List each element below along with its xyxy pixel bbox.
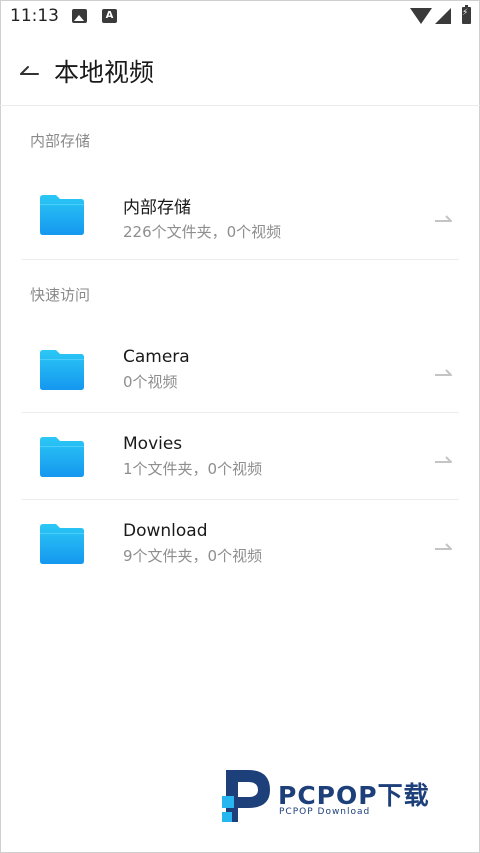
row-title: Download bbox=[123, 521, 208, 541]
share-arrow-icon[interactable] bbox=[434, 367, 452, 379]
folder-row-movies[interactable]: Movies 1个文件夹，0个视频 bbox=[22, 413, 459, 500]
share-arrow-icon[interactable] bbox=[434, 541, 452, 553]
row-title: 内部存储 bbox=[123, 198, 191, 218]
folder-icon bbox=[40, 195, 84, 235]
section-label-internal: 内部存储 bbox=[30, 132, 91, 150]
row-title: Movies bbox=[123, 434, 183, 454]
folder-row-download[interactable]: Download 9个文件夹，0个视频 bbox=[22, 500, 459, 587]
row-subtitle: 9个文件夹，0个视频 bbox=[123, 547, 263, 565]
row-title: Camera bbox=[123, 347, 190, 367]
a-icon: A bbox=[102, 9, 117, 23]
folder-row-camera[interactable]: Camera 0个视频 bbox=[22, 326, 459, 413]
watermark-sub: PCPOP Download bbox=[279, 807, 371, 817]
app-header: 本地视频 bbox=[0, 34, 480, 106]
section-label-quick-access: 快速访问 bbox=[30, 286, 91, 304]
status-time: 11:13 bbox=[10, 6, 59, 26]
folder-icon bbox=[40, 350, 84, 390]
photo-icon bbox=[72, 9, 87, 23]
pcpop-logo-icon bbox=[222, 770, 270, 822]
folder-row-internal-storage[interactable]: 内部存储 226个文件夹，0个视频 bbox=[22, 171, 459, 260]
share-arrow-icon[interactable] bbox=[434, 213, 452, 225]
row-subtitle: 1个文件夹，0个视频 bbox=[123, 460, 263, 478]
back-arrow-icon[interactable] bbox=[18, 56, 42, 80]
watermark-logo: PCPOP下载 PCPOP Download bbox=[218, 766, 468, 826]
status-bar: 11:13 A bbox=[0, 0, 480, 34]
signal-icon bbox=[435, 8, 451, 24]
row-subtitle: 226个文件夹，0个视频 bbox=[123, 223, 282, 241]
share-arrow-icon[interactable] bbox=[434, 454, 452, 466]
folder-icon bbox=[40, 437, 84, 477]
folder-icon bbox=[40, 524, 84, 564]
wifi-icon bbox=[410, 8, 432, 24]
row-subtitle: 0个视频 bbox=[123, 373, 178, 391]
battery-charging-icon bbox=[462, 5, 471, 24]
page-title: 本地视频 bbox=[54, 58, 155, 87]
